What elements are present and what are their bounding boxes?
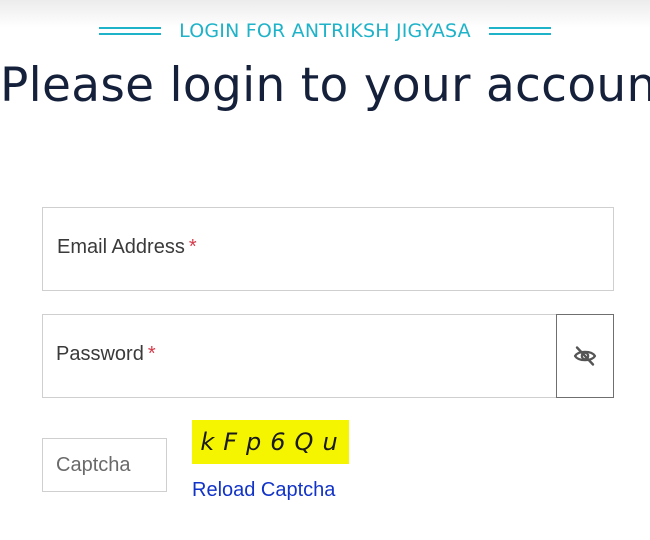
eyebrow-decor-left [99,25,162,37]
captcha-placeholder: Captcha [56,454,131,476]
password-label: Password * [56,343,156,366]
captcha-image: kFp6Qu [192,420,349,464]
email-label-text: Email Address [57,236,185,258]
password-visibility-toggle[interactable] [556,314,614,398]
captcha-text: kFp6Qu [200,428,347,456]
page-title: Please login to your account [0,58,650,113]
eyebrow-heading: LOGIN FOR ANTRIKSH JIGYASA [0,18,650,44]
eye-slash-icon [573,346,597,366]
eyebrow-text: LOGIN FOR ANTRIKSH JIGYASA [179,20,471,42]
password-label-text: Password [56,343,144,365]
captcha-input[interactable]: Captcha [42,438,167,492]
password-field[interactable]: Password * [42,314,557,398]
email-field[interactable]: Email Address * [42,207,614,291]
reload-captcha-link[interactable]: Reload Captcha [192,479,335,502]
email-label: Email Address * [57,236,197,259]
password-required-mark: * [147,343,156,365]
email-required-mark: * [188,236,197,258]
eyebrow-decor-right [488,25,551,37]
